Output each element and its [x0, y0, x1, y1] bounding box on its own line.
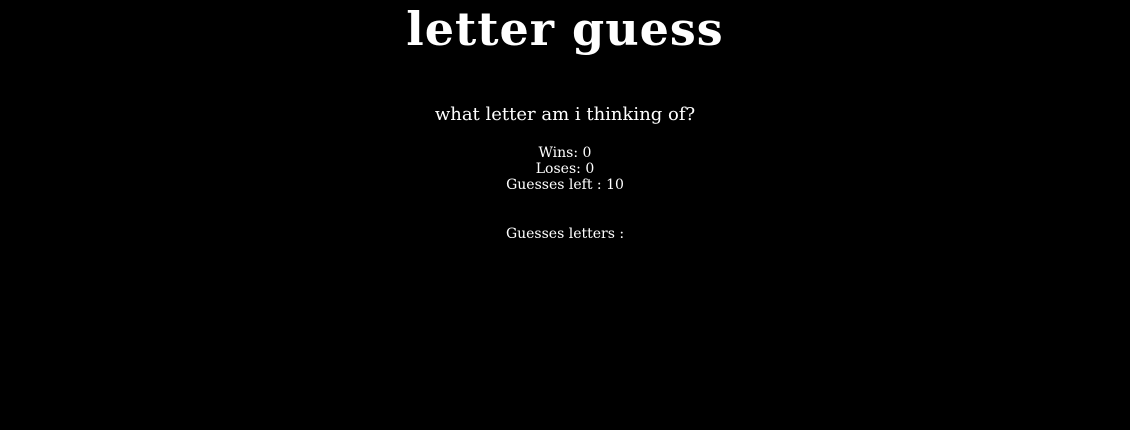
loses-label: Loses: [535, 161, 581, 177]
guesses-left-label: Guesses left : [506, 177, 602, 193]
game-title: letter guess [406, 2, 724, 56]
guessed-letters: Guesses letters : [0, 226, 1130, 242]
game-page: letter guess what letter am i thinking o… [0, 0, 1130, 430]
score-panel: Wins: 0 Loses: 0 Guesses left : 10 [0, 145, 1130, 193]
guesses-left-stat: Guesses left : 10 [0, 177, 1130, 193]
loses-value: 0 [585, 161, 595, 177]
wins-value: 0 [582, 145, 592, 161]
wins-stat: Wins: 0 [0, 145, 1130, 161]
guesses-left-value: 10 [606, 177, 624, 193]
guessed-letters-label: Guesses letters : [505, 226, 625, 242]
wins-label: Wins: [538, 145, 579, 161]
game-prompt: what letter am i thinking of? [434, 104, 696, 125]
loses-stat: Loses: 0 [0, 161, 1130, 177]
